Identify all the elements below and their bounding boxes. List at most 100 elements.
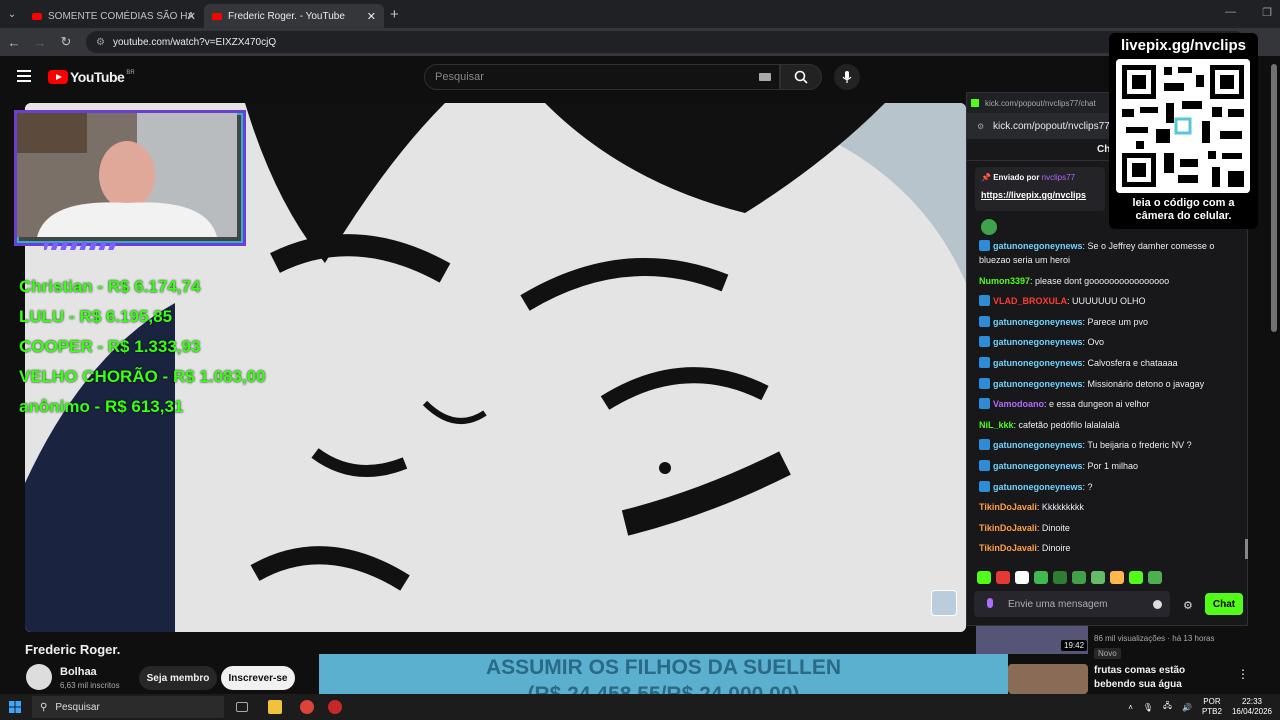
emoji-icon[interactable] [1153, 600, 1162, 609]
recommendation-thumbnail[interactable] [1008, 664, 1088, 694]
menu-icon[interactable] [17, 70, 31, 85]
forward-icon[interactable]: → [28, 35, 52, 50]
channel-watermark-icon[interactable] [931, 590, 957, 616]
chat-message: TikinDoJavali: Dinoire [979, 541, 1239, 555]
system-tray: ˄ 🎙 🖧 🔊 POR PTB2 22:33 16/04/2026 [1128, 694, 1272, 720]
start-button[interactable] [0, 701, 30, 713]
close-tab-icon[interactable]: ✕ [367, 10, 376, 23]
back-icon[interactable]: ← [2, 35, 26, 50]
tab-comedias[interactable]: SOMENTE COMÉDIAS SÃO HA ✕ [24, 4, 204, 28]
emote-icon[interactable] [1034, 571, 1048, 584]
emote-icon[interactable] [1110, 571, 1124, 584]
video-title: Frederic Roger. [25, 642, 121, 657]
task-view-icon[interactable] [236, 702, 248, 712]
taskbar-search[interactable]: ⚲ Pesquisar [32, 696, 224, 718]
user-badge-icon [979, 336, 990, 348]
search-button[interactable] [780, 64, 822, 90]
channel-name[interactable]: Bolhaa [60, 666, 97, 678]
settings-gear-icon[interactable]: ⚙ [1183, 599, 1193, 612]
chat-username[interactable]: TikinDoJavali [979, 543, 1037, 553]
chat-message-input[interactable]: Envie uma mensagem [974, 591, 1170, 617]
user-badge-icon [979, 315, 990, 327]
emote-icon[interactable] [1091, 571, 1105, 584]
restore-icon[interactable]: ❐ [1262, 6, 1272, 19]
chat-username[interactable]: Numon3397 [979, 276, 1030, 286]
site-info-icon[interactable]: ⚙ [96, 37, 105, 48]
search-icon [794, 70, 808, 84]
search-input[interactable]: Pesquisar [424, 64, 780, 90]
user-badge-icon [979, 439, 990, 451]
file-explorer-icon[interactable] [268, 700, 282, 714]
keyboard-icon[interactable] [759, 73, 771, 81]
chat-message: TikinDoJavali: Dinoite [979, 521, 1239, 535]
emote-icon[interactable] [1129, 571, 1143, 584]
address-bar[interactable]: ⚙ youtube.com/watch?v=EIXZX470cjQ [86, 31, 1246, 53]
chat-username[interactable]: gatunonegoneynews [993, 482, 1083, 492]
chat-input-placeholder: Envie uma mensagem [1008, 598, 1108, 610]
user-badge-icon [979, 240, 990, 251]
send-chat-button[interactable]: Chat [1205, 593, 1243, 615]
minimize-icon[interactable]: — [1225, 6, 1236, 19]
more-options-icon[interactable]: ⋮ [1237, 667, 1249, 681]
chat-text: Por 1 milhao [1087, 460, 1139, 471]
pinned-link[interactable]: https://livepix.gg/nvclips [981, 190, 1099, 200]
emote-icon[interactable] [1148, 571, 1162, 584]
chat-username[interactable]: gatunonegoneynews [993, 317, 1083, 327]
chrome-icon[interactable] [300, 700, 314, 714]
tab-search-icon[interactable]: ⌄ [0, 9, 24, 20]
donor-entry: COOPER - R$ 1.333,93 [19, 337, 201, 356]
new-tab-button[interactable]: + [390, 6, 399, 23]
chat-username[interactable]: TikinDoJavali [979, 502, 1037, 512]
emote-icon[interactable] [996, 571, 1010, 584]
chat-username[interactable]: gatunonegoneynews [993, 241, 1083, 251]
chat-username[interactable]: NiL_kkk [979, 420, 1014, 430]
goal-title: ASSUMIR OS FILHOS DA SUELLEN [485, 656, 842, 679]
chat-message: gatunonegoneynews: ? [979, 480, 1239, 494]
chat-message: Numon3397: please dont goooooooooooooooo [979, 274, 1239, 288]
youtube-logo[interactable]: YouTube BR [48, 69, 135, 85]
chat-username[interactable]: gatunonegoneynews [993, 337, 1083, 347]
reload-icon[interactable]: ↻ [54, 34, 78, 50]
pinned-by-label: Enviado por [993, 173, 1040, 182]
chat-username[interactable]: gatunonegoneynews [993, 379, 1083, 389]
emote-icon[interactable] [1015, 571, 1029, 584]
livepix-qr-panel: livepix.gg/nvclips leia o código com a c… [1109, 33, 1258, 229]
join-button[interactable]: Seja membro [139, 666, 217, 690]
chat-username[interactable]: gatunonegoneynews [993, 440, 1083, 450]
emote-icon[interactable] [1053, 571, 1067, 584]
user-badge-icon [979, 398, 990, 410]
qr-code-image [1116, 59, 1250, 193]
volume-icon[interactable]: 🔊 [1182, 703, 1192, 712]
input-language[interactable]: POR PTB2 [1202, 697, 1222, 717]
emote-icon[interactable] [977, 571, 991, 584]
subscribe-button[interactable]: Inscrever-se [221, 666, 295, 690]
chat-username[interactable]: Vamodoano [993, 399, 1044, 409]
channel-avatar[interactable] [26, 664, 52, 690]
microphone-icon[interactable] [987, 598, 993, 608]
chat-scrollbar[interactable] [1245, 539, 1248, 559]
chat-message: VLAD_BROXULA: UUUUUUU OLHO [979, 294, 1239, 308]
recommendation-title[interactable]: frutas comas estão bebendo sua água [1094, 664, 1224, 692]
chat-message: TikinDoJavali: Kkkkkkkkk [979, 500, 1239, 514]
page-scrollbar[interactable] [1271, 64, 1277, 332]
emote-icon[interactable] [1072, 571, 1086, 584]
site-info-icon[interactable]: ⚙ [977, 122, 984, 131]
tab-frederic[interactable]: Frederic Roger. - YouTube ✕ [204, 4, 384, 28]
qr-caption-line: câmera do celular. [1135, 210, 1232, 222]
microphone-icon[interactable]: 🎙 [1143, 703, 1153, 712]
tray-overflow-icon[interactable]: ˄ [1128, 703, 1133, 712]
voice-search-button[interactable] [834, 64, 860, 90]
chat-text: Dinoire [1041, 543, 1071, 554]
chat-username[interactable]: TikinDoJavali [979, 523, 1037, 533]
chat-username[interactable]: VLAD_BROXULA [993, 296, 1067, 306]
app-icon[interactable] [328, 700, 342, 714]
language-code: POR [1203, 697, 1221, 706]
chat-username[interactable]: gatunonegoneynews [993, 358, 1083, 368]
window-controls: — ❐ [1225, 6, 1272, 19]
chat-username[interactable]: gatunonegoneynews [993, 461, 1083, 471]
network-icon[interactable]: 🖧 [1163, 700, 1172, 714]
close-tab-icon[interactable]: ✕ [187, 10, 196, 23]
pinned-message: 📌 Enviado por nvclips77 https://livepix.… [975, 167, 1105, 211]
clock[interactable]: 22:33 16/04/2026 [1232, 697, 1272, 717]
taskbar-search-placeholder: Pesquisar [55, 701, 100, 713]
